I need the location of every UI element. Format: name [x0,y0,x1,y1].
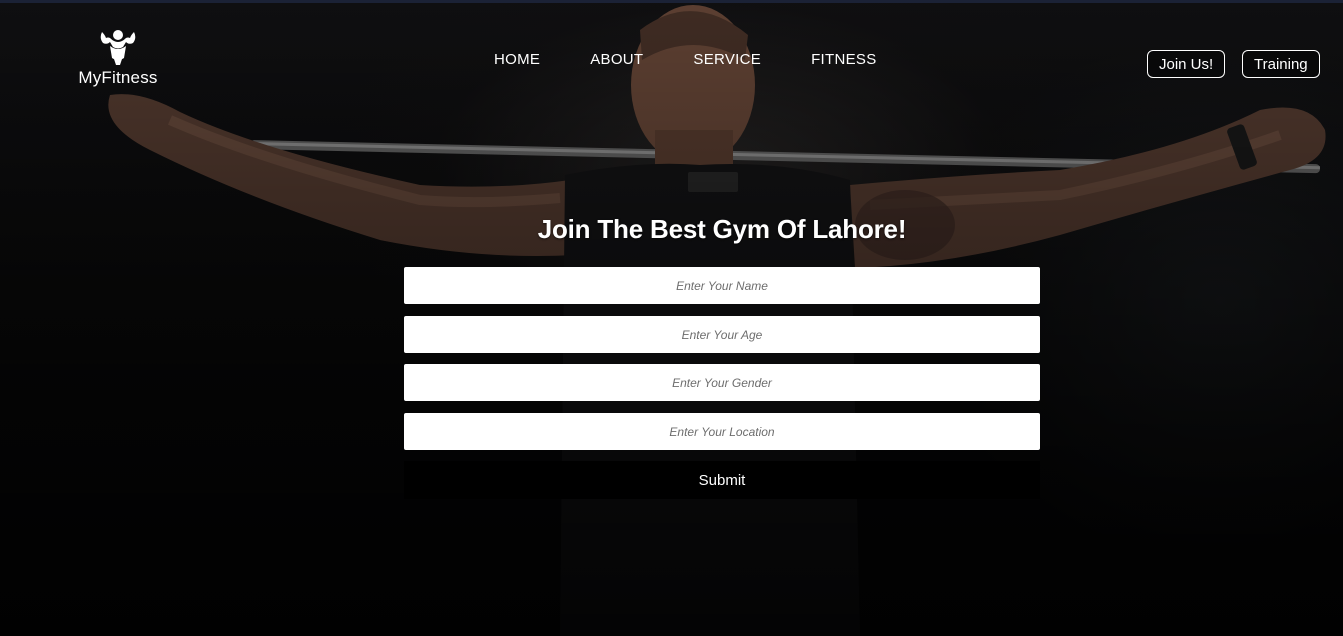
age-input[interactable] [404,316,1040,353]
nav-home[interactable]: HOME [494,50,540,70]
location-input[interactable] [404,413,1040,450]
bodybuilder-icon [100,30,136,65]
brand-name: MyFitness [78,68,158,87]
training-button[interactable]: Training [1242,50,1320,78]
name-input[interactable] [404,267,1040,304]
nav-about[interactable]: ABOUT [590,50,643,70]
brand-logo[interactable]: MyFitness [70,26,166,88]
join-us-button[interactable]: Join Us! [1147,50,1226,78]
top-border [0,0,1343,3]
submit-button[interactable]: Submit [404,461,1040,499]
nav-service[interactable]: SERVICE [693,50,761,70]
gender-input[interactable] [404,364,1040,401]
nav-fitness[interactable]: FITNESS [811,50,876,70]
form-heading: Join The Best Gym Of Lahore! [537,214,907,244]
main-nav: HOME ABOUT SERVICE FITNESS [494,50,927,70]
